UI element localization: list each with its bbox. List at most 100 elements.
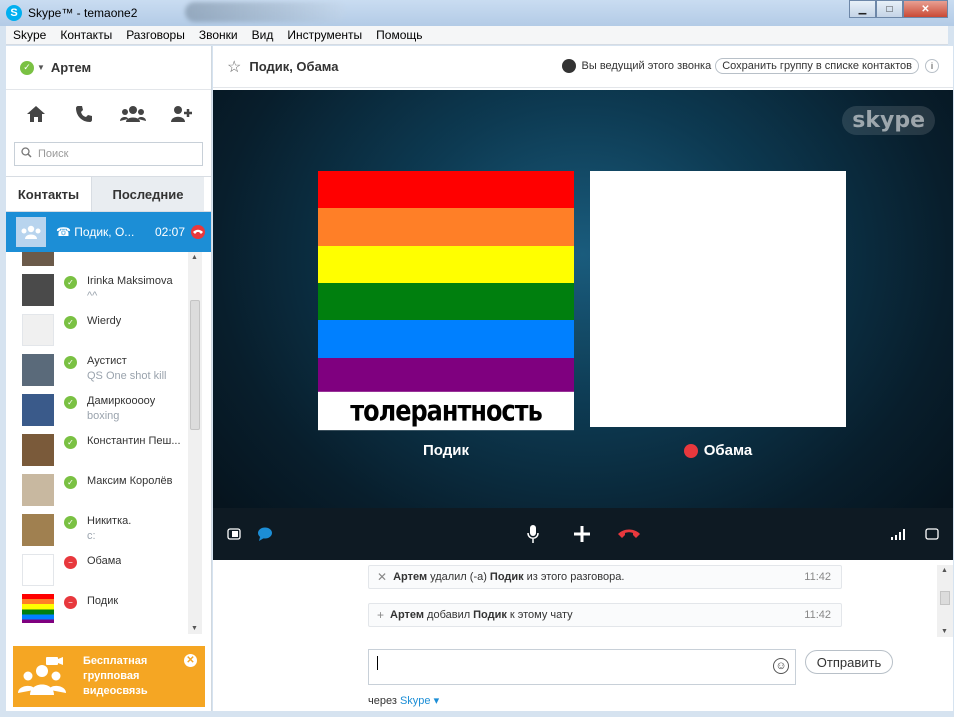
phone-icon[interactable]: [70, 100, 98, 128]
close-promo-icon[interactable]: ✕: [184, 654, 197, 667]
scroll-up-icon[interactable]: ▲: [191, 254, 198, 261]
contact-text: Обама: [87, 555, 121, 570]
search-input[interactable]: Поиск: [14, 142, 203, 166]
chat-scrollbar[interactable]: ▲ ▼: [937, 565, 953, 637]
message-time: 11:42: [804, 571, 831, 583]
signal-strength-icon[interactable]: [891, 528, 907, 540]
chevron-down-icon[interactable]: ▼: [37, 63, 45, 72]
maximize-button[interactable]: □: [876, 0, 903, 18]
contact-item[interactable]: − Обама: [6, 550, 192, 590]
send-button[interactable]: Отправить: [805, 650, 893, 674]
minimize-button[interactable]: ▁: [849, 0, 876, 18]
message-actor: Артем: [390, 609, 425, 621]
contact-text: Wierdy: [87, 315, 121, 330]
favorite-star-icon[interactable]: ☆: [227, 57, 241, 77]
contact-item[interactable]: ✓dafuq: [6, 252, 192, 270]
scrollbar-thumb[interactable]: [940, 591, 950, 605]
avatar: [22, 434, 54, 466]
online-status-icon: ✓: [64, 436, 77, 449]
avatar: [22, 252, 54, 266]
exit-fullscreen-icon[interactable]: [227, 528, 241, 540]
profile-name[interactable]: Артем: [51, 60, 91, 75]
profile-bar[interactable]: ✓ ▼ Артем: [6, 46, 211, 90]
menu-tools[interactable]: Инструменты: [280, 28, 369, 42]
menu-contacts[interactable]: Контакты: [53, 28, 119, 42]
end-call-icon[interactable]: [618, 529, 640, 539]
contact-text: Константин Пеш...: [87, 435, 181, 450]
hangup-icon[interactable]: [191, 225, 205, 239]
contact-item[interactable]: ✓ Wierdy: [6, 310, 192, 350]
avatar: [22, 314, 54, 346]
save-group-button[interactable]: Сохранить группу в списке контактов: [715, 58, 919, 74]
contact-text: Дамиркоoooy boxing: [87, 395, 155, 422]
participant-video-podik[interactable]: толерантность: [318, 171, 574, 431]
via-prefix: через: [368, 695, 397, 707]
fullscreen-icon[interactable]: [925, 528, 939, 540]
contact-name: Никитка.: [87, 515, 132, 527]
menu-help[interactable]: Помощь: [369, 28, 429, 42]
info-icon[interactable]: i: [925, 59, 939, 73]
online-status-icon: ✓: [64, 316, 77, 329]
contact-list-scrollbar[interactable]: ▲ ▼: [188, 252, 202, 634]
online-status-icon[interactable]: ✓: [20, 60, 34, 75]
contact-text: Максим Королёв: [87, 475, 173, 490]
contact-item[interactable]: ✓ Дамиркоoooy boxing: [6, 390, 192, 430]
home-icon[interactable]: [22, 100, 50, 128]
contact-item[interactable]: ✓Ш...: [6, 630, 192, 634]
participant-video-obama[interactable]: [590, 171, 846, 427]
offline-status-icon: −: [64, 596, 77, 609]
add-contact-icon[interactable]: [167, 100, 195, 128]
offline-status-icon: −: [64, 556, 77, 569]
online-status-icon: ✓: [64, 356, 77, 369]
window-controls: ▁ □ ✕: [849, 0, 948, 18]
contact-item[interactable]: ✓ Никитка. c:: [6, 510, 192, 550]
contact-mood: ^^: [87, 290, 98, 302]
contact-item[interactable]: ✓ Константин Пеш...: [6, 430, 192, 470]
rainbow-stripe: [318, 320, 574, 358]
message-text: удалил (-а): [430, 571, 487, 583]
close-button[interactable]: ✕: [903, 0, 948, 18]
chat-bubble-icon[interactable]: [257, 527, 273, 541]
menu-conversations[interactable]: Разговоры: [119, 28, 192, 42]
avatar: [22, 274, 54, 306]
menu-skype[interactable]: Skype: [6, 28, 53, 42]
conversation-title[interactable]: Подик, Обама: [249, 59, 338, 74]
group-icon[interactable]: [119, 100, 147, 128]
online-status-icon: ✓: [64, 396, 77, 409]
menu-view[interactable]: Вид: [245, 28, 281, 42]
avatar: [22, 594, 54, 626]
message-time: 11:42: [804, 609, 831, 621]
title-bar: S Skype™ - temaone2 ▁ □ ✕: [0, 0, 954, 26]
chat-area: ✕ Артем удалил (-а) Подик из этого разго…: [213, 561, 953, 711]
scroll-up-icon[interactable]: ▲: [941, 567, 948, 574]
message-actor: Артем: [393, 571, 428, 583]
tolerance-caption: толерантность: [318, 391, 574, 431]
active-call-title: Подик, О...: [74, 225, 135, 239]
call-controls: [213, 508, 953, 560]
contact-name: Максим Королёв: [87, 475, 173, 487]
contact-item[interactable]: ✓ Максим Королёв: [6, 470, 192, 510]
emoticon-icon[interactable]: ☺: [773, 658, 789, 674]
blurred-area: [185, 2, 345, 22]
contact-item[interactable]: ✓ Irinka Maksimova ^^: [6, 270, 192, 310]
avatar: [22, 474, 54, 506]
conversation-panel: ☆ Подик, Обама Вы ведущий этого звонка С…: [213, 46, 953, 711]
tab-contacts[interactable]: Контакты: [6, 177, 91, 211]
add-participant-icon[interactable]: [573, 525, 591, 543]
tab-recent[interactable]: Последние: [91, 177, 204, 211]
scrollbar-thumb[interactable]: [190, 300, 200, 430]
group-avatar-icon: [16, 217, 46, 247]
avatar: [22, 554, 54, 586]
group-video-promo[interactable]: Бесплатная групповая видеосвязь ✕: [13, 646, 205, 707]
menu-calls[interactable]: Звонки: [192, 28, 245, 42]
scroll-down-icon[interactable]: ▼: [941, 628, 948, 635]
microphone-icon[interactable]: [527, 525, 539, 543]
scroll-down-icon[interactable]: ▼: [191, 625, 198, 632]
contact-item[interactable]: ✓ Аустист QS One shot kill: [6, 350, 192, 390]
message-input[interactable]: ☺: [368, 649, 796, 685]
via-skype-dropdown[interactable]: Skype ▾: [400, 695, 439, 707]
contact-text: Подик: [87, 595, 118, 610]
contact-item[interactable]: − Подик: [6, 590, 192, 630]
active-call-item[interactable]: ☎ Подик, О... 02:07: [6, 212, 211, 252]
message-tail: к этому чату: [509, 609, 573, 621]
